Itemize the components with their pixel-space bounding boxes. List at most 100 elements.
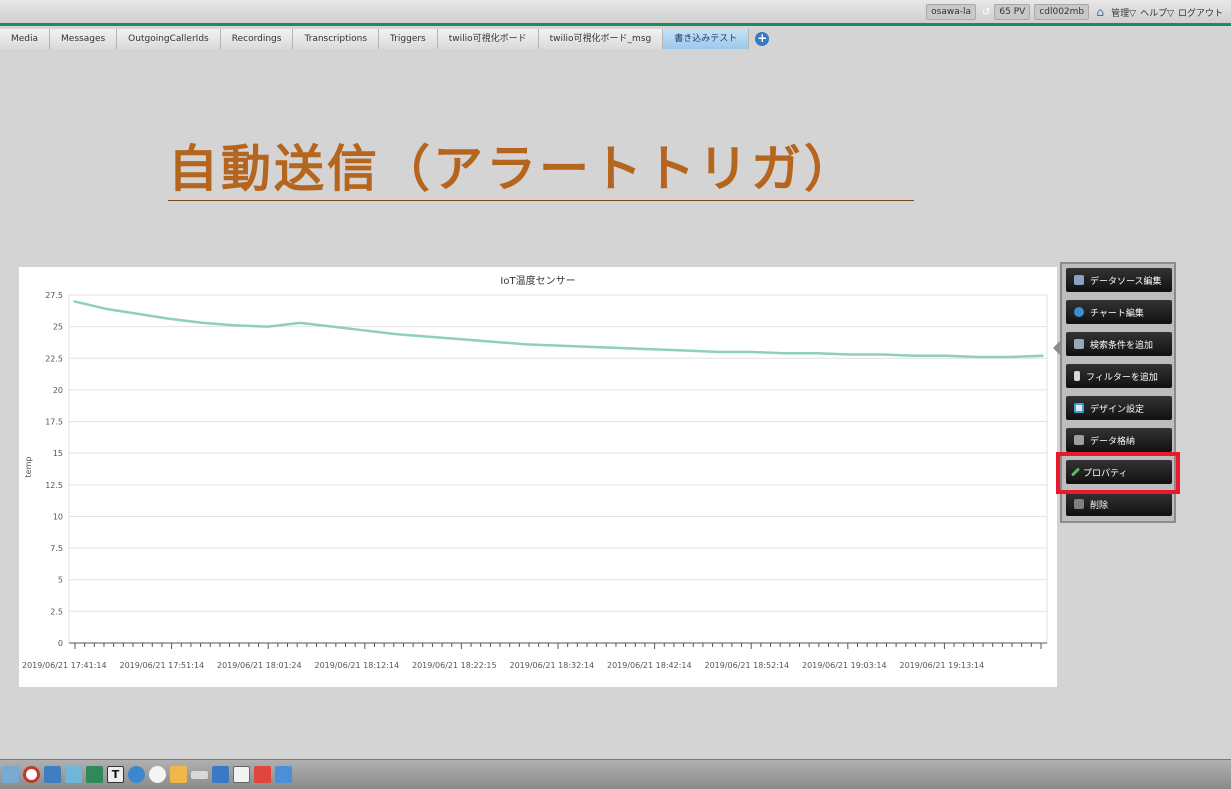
image-widget-icon[interactable] <box>44 766 61 783</box>
user-badge[interactable]: osawa-la <box>926 4 977 20</box>
data-point <box>686 349 689 352</box>
data-point <box>557 344 560 347</box>
data-point <box>751 351 754 353</box>
y-tick-label: 25 <box>53 323 63 332</box>
data-point <box>880 353 883 356</box>
data-point <box>396 333 398 336</box>
y-tick-label: 22.5 <box>45 354 63 363</box>
data-point <box>622 347 624 349</box>
add-tab-icon[interactable]: + <box>755 32 770 46</box>
menu-add-search-condition[interactable]: 検索条件を追加 <box>1066 332 1172 356</box>
data-point <box>428 335 431 338</box>
y-tick-label: 10 <box>53 512 63 521</box>
chart-edit-icon <box>1074 307 1084 317</box>
text-widget-icon[interactable]: T <box>107 766 124 783</box>
delete-icon <box>1074 499 1084 509</box>
tab-recordings[interactable]: Recordings <box>220 29 294 49</box>
tab-triggers[interactable]: Triggers <box>379 29 438 49</box>
x-tick-label: 2019/06/21 17:41:14 <box>22 661 107 670</box>
tab-write-test[interactable]: 書き込みテスト <box>663 29 750 49</box>
x-tick-label: 2019/06/21 18:01:24 <box>217 661 302 670</box>
input-widget-icon[interactable] <box>191 770 208 779</box>
users-widget-icon[interactable] <box>212 766 229 783</box>
data-point <box>267 325 269 328</box>
data-point <box>137 313 140 315</box>
data-point <box>73 300 75 303</box>
list-widget-icon[interactable] <box>233 766 250 783</box>
chart-panel[interactable]: IoT温度センサー 0 2.5 5 7.5 10 12.5 15 17.5 20 22.5 25 27.… <box>19 267 1057 687</box>
y-tick-label: 20 <box>53 386 63 395</box>
x-tick-label: 2019/06/21 18:52:14 <box>705 661 790 670</box>
tab-transcriptions[interactable]: Transcriptions <box>293 29 380 49</box>
tab-twilio-board-msg[interactable]: twilio可視化ボード_msg <box>538 29 664 49</box>
data-point <box>654 348 657 351</box>
home-icon[interactable]: ⌂ <box>1093 6 1107 18</box>
tab-outgoing-caller-ids[interactable]: OutgoingCallerIds <box>117 29 221 49</box>
y-tick-label: 2.5 <box>50 607 63 616</box>
refresh-icon[interactable]: ↺ <box>982 7 990 18</box>
tab-messages[interactable]: Messages <box>50 29 118 49</box>
menu-label: 削除 <box>1090 500 1109 511</box>
admin-menu[interactable]: 管理▽ <box>1111 6 1136 19</box>
data-point <box>816 352 818 355</box>
top-bar-right: osawa-la ↺ 65 PV cdl002mb ⌂ 管理▽ ヘルプ▽ ログア… <box>926 4 1223 20</box>
tab-twilio-board[interactable]: twilio可視化ボード <box>437 29 539 49</box>
data-point <box>234 324 237 327</box>
data-point <box>945 354 947 357</box>
pv-badge: 65 PV <box>994 4 1031 20</box>
chart-widget-icon[interactable] <box>86 766 103 783</box>
tab-bar: Media Messages OutgoingCallerIds Recordi… <box>0 29 770 49</box>
series-line <box>73 300 1044 359</box>
y-axis-label: temp <box>24 457 33 478</box>
top-bar: osawa-la ↺ 65 PV cdl002mb ⌂ 管理▽ ヘルプ▽ ログア… <box>0 0 1231 26</box>
table-widget-icon[interactable] <box>2 766 19 783</box>
data-point <box>719 351 721 353</box>
data-point <box>1042 354 1044 357</box>
search-condition-icon <box>1074 339 1084 349</box>
data-point <box>363 329 366 332</box>
folder-widget-icon[interactable] <box>170 766 187 783</box>
logout-link[interactable]: ログアウト <box>1178 6 1223 19</box>
menu-add-filter[interactable]: フィルターを追加 <box>1066 364 1172 388</box>
menu-datasource-edit[interactable]: データソース編集 <box>1066 268 1172 292</box>
highlight-box <box>1056 452 1180 494</box>
menu-data-store[interactable]: データ格納 <box>1066 428 1172 452</box>
calendar-widget-icon[interactable] <box>254 766 271 783</box>
y-tick-label: 7.5 <box>50 544 63 553</box>
y-tick-label: 5 <box>58 576 63 585</box>
menu-label: データソース編集 <box>1090 276 1162 287</box>
tab-media[interactable]: Media <box>0 29 51 49</box>
chart-title: IoT温度センサー <box>500 274 575 287</box>
info-widget-icon[interactable] <box>275 766 292 783</box>
x-tick-label: 2019/06/21 19:13:14 <box>900 661 985 670</box>
menu-chart-edit[interactable]: チャート編集 <box>1066 300 1172 324</box>
clock-widget-icon[interactable] <box>23 766 40 783</box>
y-tick-label: 17.5 <box>45 418 63 427</box>
data-point <box>170 318 172 320</box>
y-tick-label: 15 <box>53 449 63 458</box>
data-point <box>1009 356 1012 358</box>
menu-delete[interactable]: 削除 <box>1066 492 1172 516</box>
data-point <box>493 341 495 343</box>
comment-widget-icon[interactable] <box>149 766 166 783</box>
filter-icon <box>1074 371 1080 381</box>
network-widget-icon[interactable] <box>65 766 82 783</box>
y-tick-label: 12.5 <box>45 481 63 490</box>
menu-label: データ格納 <box>1090 436 1136 447</box>
x-tick-label: 2019/06/21 18:42:14 <box>607 661 692 670</box>
data-point <box>460 338 463 341</box>
data-point <box>331 325 334 328</box>
help-menu[interactable]: ヘルプ▽ <box>1140 6 1174 19</box>
datasource-icon <box>1074 275 1084 285</box>
x-tick-label: 2019/06/21 19:03:14 <box>802 661 887 670</box>
plot-area <box>68 294 1048 644</box>
menu-design-settings[interactable]: デザイン設定 <box>1066 396 1172 420</box>
y-tick-label: 0 <box>58 639 63 648</box>
x-tick-label: 2019/06/21 18:32:14 <box>510 661 595 670</box>
menu-label: デザイン設定 <box>1090 404 1145 415</box>
data-point <box>848 353 850 356</box>
account-badge[interactable]: cdl002mb <box>1034 4 1090 20</box>
data-point <box>525 343 527 346</box>
globe-widget-icon[interactable] <box>128 766 145 783</box>
data-point <box>105 308 108 310</box>
